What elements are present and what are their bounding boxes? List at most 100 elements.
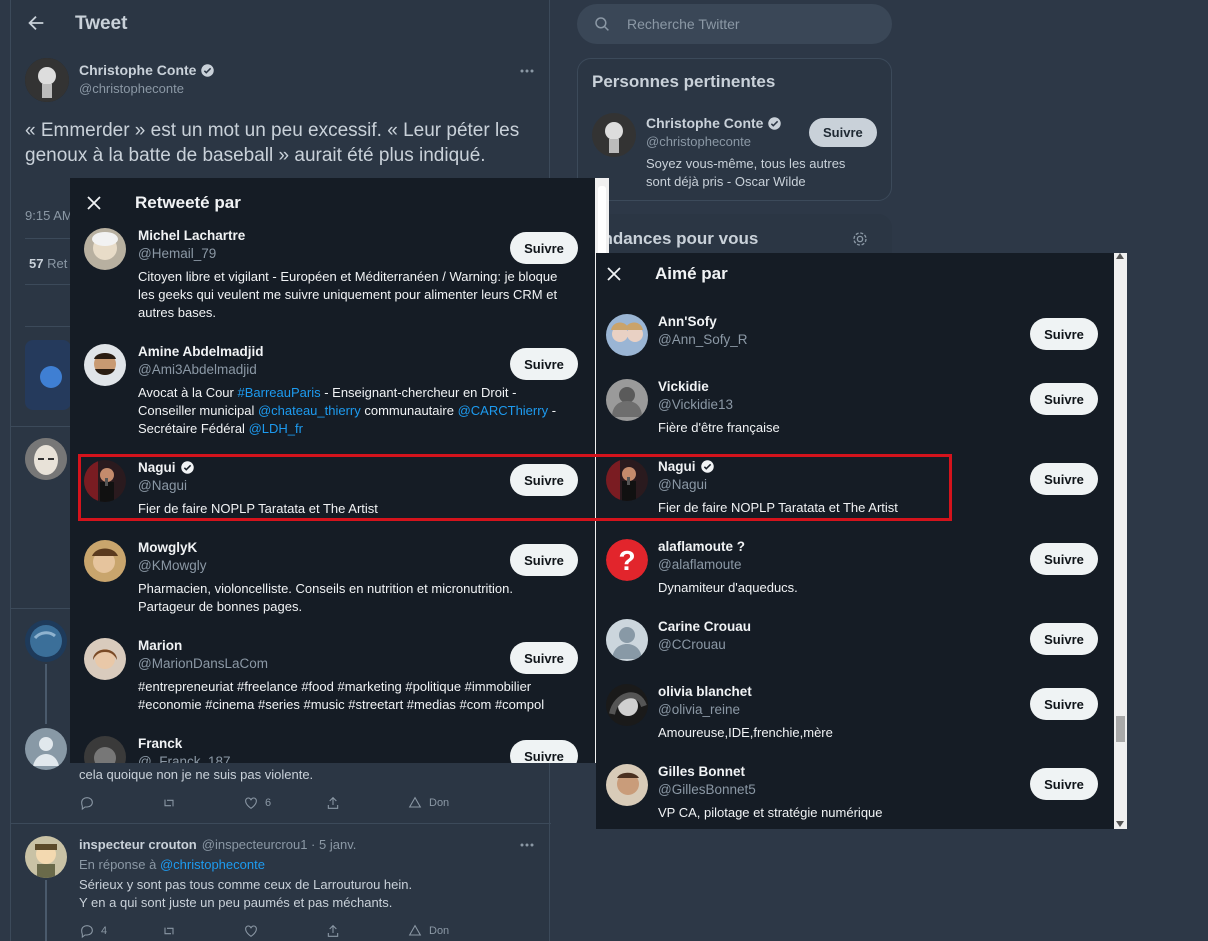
- follow-button[interactable]: Suivre: [1030, 318, 1098, 350]
- user-name[interactable]: Vickidie: [658, 379, 709, 394]
- retweet-button[interactable]: [161, 923, 243, 939]
- user-handle[interactable]: @KMowgly: [138, 558, 206, 573]
- user-name[interactable]: Marion: [138, 638, 182, 653]
- reply-avatar[interactable]: [25, 438, 67, 480]
- person-name[interactable]: Christophe Conte: [646, 115, 782, 131]
- user-avatar[interactable]: [84, 228, 126, 270]
- user-name[interactable]: Gilles Bonnet: [658, 764, 745, 779]
- follow-button[interactable]: Suivre: [1030, 543, 1098, 575]
- user-bio-hashtags[interactable]: #entrepreneuriat #freelance #food #marke…: [138, 678, 544, 714]
- more-icon[interactable]: [519, 63, 535, 79]
- user-avatar[interactable]: [84, 638, 126, 680]
- user-handle[interactable]: @Ami3Abdelmadjid: [138, 362, 257, 377]
- scroll-down-arrow[interactable]: [1116, 821, 1124, 827]
- user-handle[interactable]: @_Franck_187: [138, 754, 231, 763]
- user-handle[interactable]: @CCrouau: [658, 637, 726, 652]
- user-avatar[interactable]: [84, 344, 126, 386]
- user-name[interactable]: Amine Abdelmadjid: [138, 344, 264, 359]
- verified-badge-icon: [200, 63, 215, 78]
- follow-button[interactable]: Suivre: [1030, 383, 1098, 415]
- user-cell[interactable]: ? alaflamoute ? @alaflamoute Suivre Dyna…: [596, 539, 1114, 601]
- reply-avatar[interactable]: [25, 728, 67, 770]
- user-cell[interactable]: MowglyK @KMowgly Suivre Pharmacien, viol…: [70, 540, 595, 622]
- follow-button[interactable]: Suivre: [809, 118, 877, 147]
- likes-scrollbar[interactable]: [1114, 253, 1127, 829]
- tip-button[interactable]: Don: [407, 923, 489, 939]
- tweet-timestamp[interactable]: 9:15 AM: [25, 208, 73, 223]
- close-icon[interactable]: [606, 266, 622, 282]
- user-avatar[interactable]: [606, 314, 648, 356]
- user-cell[interactable]: Ann'Sofy @Ann_Sofy_R Suivre: [596, 314, 1114, 366]
- follow-button[interactable]: Suivre: [1030, 463, 1098, 495]
- close-icon[interactable]: [86, 195, 102, 211]
- user-cell[interactable]: olivia blanchet @olivia_reine Suivre Amo…: [596, 684, 1114, 746]
- user-cell[interactable]: Franck @_Franck_187 Suivre: [70, 736, 595, 763]
- person-avatar[interactable]: [592, 113, 636, 157]
- author-avatar[interactable]: [25, 58, 69, 102]
- user-avatar[interactable]: [606, 619, 648, 661]
- user-name[interactable]: olivia blanchet: [658, 684, 752, 699]
- follow-button[interactable]: Suivre: [510, 348, 578, 380]
- follow-button[interactable]: Suivre: [510, 232, 578, 264]
- user-handle[interactable]: @Hemail_79: [138, 246, 216, 261]
- user-cell[interactable]: Vickidie @Vickidie13 Suivre Fière d'être…: [596, 379, 1114, 441]
- user-handle[interactable]: @olivia_reine: [658, 702, 740, 717]
- reply-author-name[interactable]: inspecteur crouton: [79, 837, 197, 852]
- user-avatar[interactable]: [606, 379, 648, 421]
- user-name[interactable]: alaflamoute ?: [658, 539, 745, 554]
- reply-author-handle[interactable]: @inspecteurcrou1 · 5 janv.: [202, 837, 357, 852]
- suggestion-card[interactable]: [25, 340, 71, 410]
- like-button[interactable]: [243, 923, 325, 939]
- user-cell[interactable]: Gilles Bonnet @GillesBonnet5 Suivre VP C…: [596, 764, 1114, 826]
- person-handle[interactable]: @christopheconte: [646, 134, 751, 149]
- follow-button[interactable]: Suivre: [510, 642, 578, 674]
- hashtag-link[interactable]: #BarreauParis: [237, 385, 320, 400]
- user-name[interactable]: Carine Crouau: [658, 619, 751, 634]
- user-cell[interactable]: Michel Lachartre @Hemail_79 Suivre Citoy…: [70, 228, 595, 328]
- user-handle[interactable]: @Ann_Sofy_R: [658, 332, 748, 347]
- user-name[interactable]: Ann'Sofy: [658, 314, 717, 329]
- user-handle[interactable]: @Vickidie13: [658, 397, 733, 412]
- search-input[interactable]: Recherche Twitter: [577, 4, 892, 44]
- user-handle[interactable]: @GillesBonnet5: [658, 782, 756, 797]
- author-name[interactable]: Christophe Conte: [79, 62, 215, 78]
- reply-button[interactable]: [79, 795, 161, 811]
- tip-button[interactable]: Don: [407, 795, 489, 811]
- back-arrow-icon[interactable]: [25, 12, 47, 34]
- user-cell[interactable]: Marion @MarionDansLaCom Suivre #entrepre…: [70, 638, 595, 720]
- share-button[interactable]: [325, 923, 407, 939]
- scroll-up-arrow[interactable]: [1116, 253, 1124, 259]
- reply-avatar[interactable]: [25, 836, 67, 878]
- user-cell[interactable]: Carine Crouau @CCrouau Suivre: [596, 619, 1114, 671]
- retweet-count[interactable]: 57 Ret: [29, 256, 67, 271]
- user-name[interactable]: Franck: [138, 736, 182, 751]
- mention-link[interactable]: @LDH_fr: [249, 421, 303, 436]
- retweet-button[interactable]: [161, 795, 243, 811]
- user-avatar[interactable]: [606, 684, 648, 726]
- user-handle[interactable]: @MarionDansLaCom: [138, 656, 268, 671]
- user-avatar[interactable]: [84, 540, 126, 582]
- user-name[interactable]: MowglyK: [138, 540, 197, 555]
- scroll-thumb[interactable]: [1116, 716, 1125, 742]
- user-avatar[interactable]: [84, 736, 126, 763]
- follow-button[interactable]: Suivre: [1030, 688, 1098, 720]
- user-handle[interactable]: @alaflamoute: [658, 557, 742, 572]
- user-avatar[interactable]: [606, 764, 648, 806]
- user-name[interactable]: Michel Lachartre: [138, 228, 245, 243]
- reply-to-link[interactable]: @christopheconte: [160, 857, 265, 872]
- user-avatar[interactable]: ?: [606, 539, 648, 581]
- mention-link[interactable]: @CARCThierry: [458, 403, 548, 418]
- reply-avatar[interactable]: [25, 620, 67, 662]
- share-button[interactable]: [325, 795, 407, 811]
- like-button[interactable]: 6: [243, 795, 325, 811]
- follow-button[interactable]: Suivre: [510, 740, 578, 763]
- settings-icon[interactable]: [851, 230, 869, 248]
- follow-button[interactable]: Suivre: [510, 544, 578, 576]
- mention-link[interactable]: @chateau_thierry: [258, 403, 361, 418]
- follow-button[interactable]: Suivre: [1030, 623, 1098, 655]
- follow-button[interactable]: Suivre: [1030, 768, 1098, 800]
- author-handle[interactable]: @christopheconte: [79, 81, 184, 96]
- reply-button[interactable]: 4: [79, 923, 161, 939]
- user-cell[interactable]: Amine Abdelmadjid @Ami3Abdelmadjid Suivr…: [70, 344, 595, 444]
- more-icon[interactable]: [519, 837, 535, 853]
